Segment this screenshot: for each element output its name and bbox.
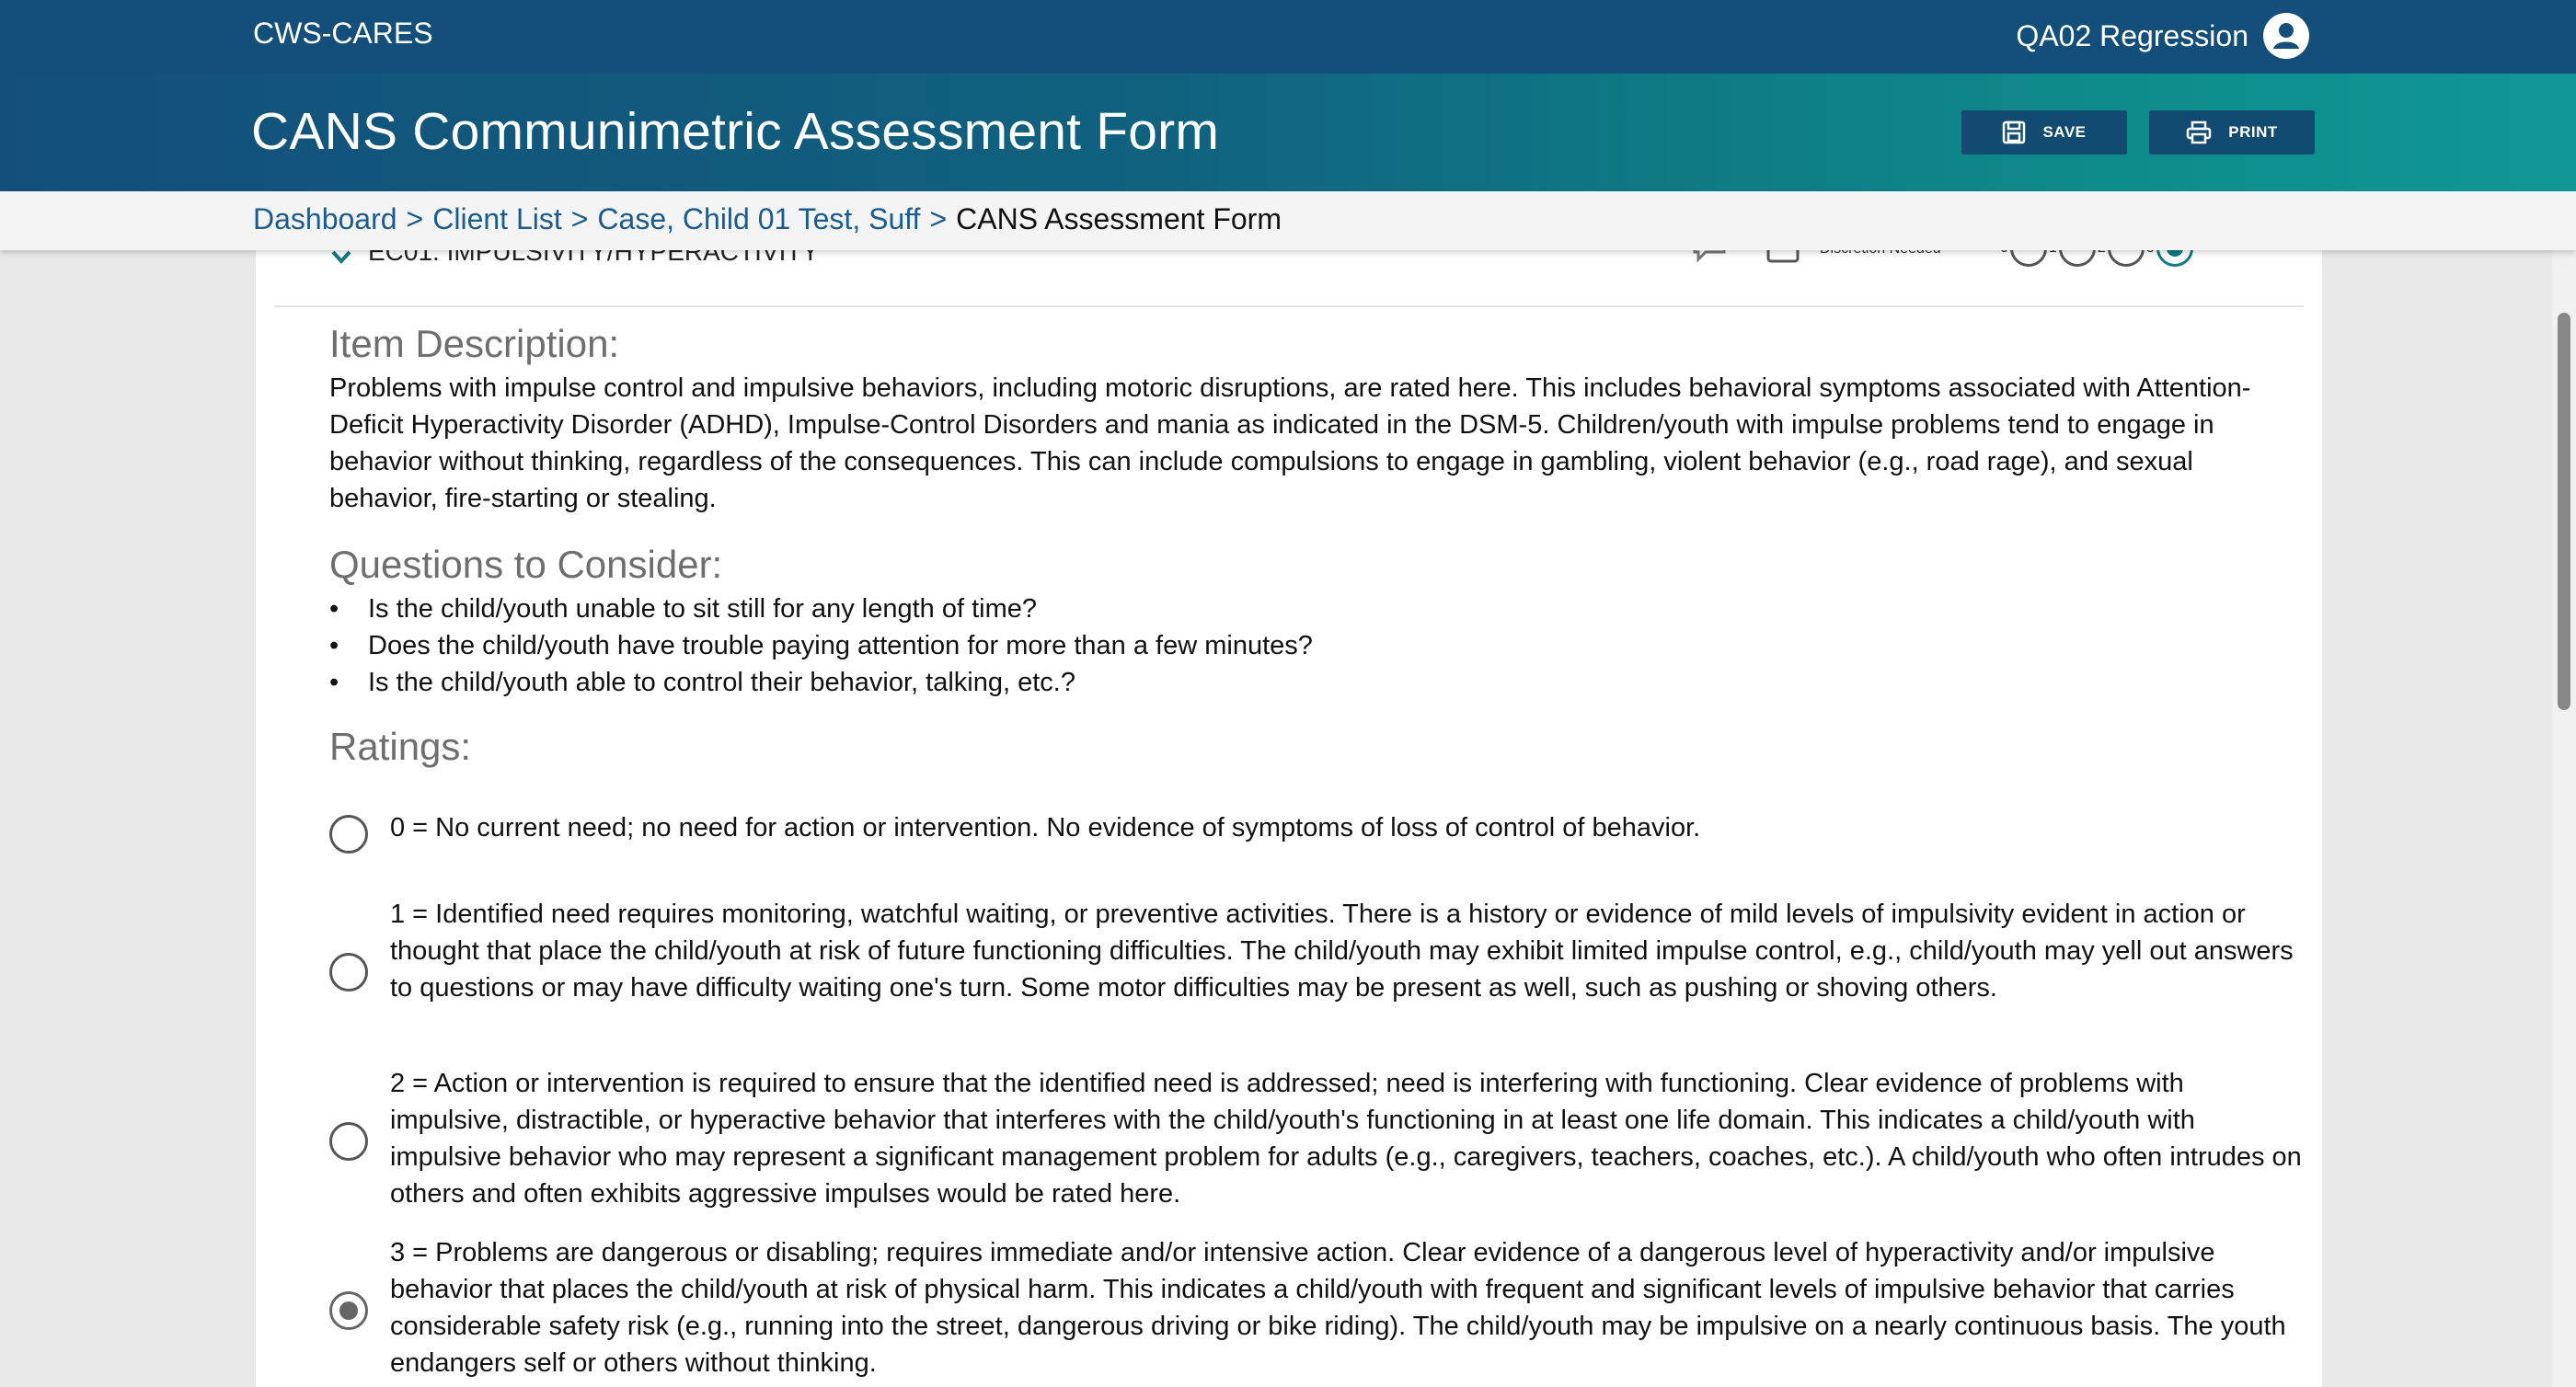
item-description-text: Problems with impulse control and impuls…: [329, 373, 2251, 513]
rating-2-description: 2 = Action or intervention is required t…: [390, 1069, 2302, 1209]
rating-0-option-radio[interactable]: [329, 815, 368, 854]
breadcrumb: Dashboard > Client List > Case, Child 01…: [253, 202, 1282, 236]
question-item: Is the child/youth unable to sit still f…: [329, 590, 1313, 627]
breadcrumb-current: CANS Assessment Form: [956, 202, 1282, 235]
rating-1-option-radio[interactable]: [329, 953, 368, 992]
print-button[interactable]: PRINT: [2149, 110, 2315, 155]
title-bar: CANS Communimetric Assessment Form SAVE …: [0, 74, 2576, 191]
rating-2-option-radio[interactable]: [329, 1122, 368, 1161]
breadcrumb-dashboard[interactable]: Dashboard: [253, 202, 397, 236]
rating-3-option-radio[interactable]: [329, 1291, 368, 1330]
breadcrumb-separator: >: [570, 202, 589, 235]
page-title: CANS Communimetric Assessment Form: [251, 102, 1220, 161]
app-name[interactable]: CWS-CARES: [253, 17, 433, 51]
user-avatar-icon[interactable]: [2263, 13, 2309, 59]
rating-3-description: 3 = Problems are dangerous or disabling;…: [390, 1238, 2286, 1378]
top-bar: CWS-CARES QA02 Regression: [0, 0, 2576, 74]
save-button[interactable]: SAVE: [1961, 110, 2127, 155]
user-menu[interactable]: QA02 Regression: [2016, 11, 2309, 61]
question-item: Does the child/youth have trouble paying…: [329, 627, 1313, 664]
scrollbar-thumb[interactable]: [2558, 313, 2570, 710]
breadcrumb-client[interactable]: Case, Child 01 Test, Suff: [597, 202, 920, 236]
ratings-heading: Ratings:: [329, 725, 472, 768]
questions-heading: Questions to Consider:: [329, 543, 723, 586]
print-icon: [2187, 120, 2212, 144]
question-item: Is the child/youth able to control their…: [329, 664, 1313, 701]
assessment-item-card: EC01. IMPULSIVITY/HYPERACTIVITY Discreti…: [256, 221, 2322, 1387]
item-description-heading: Item Description:: [329, 322, 620, 365]
page-scrollbar[interactable]: [2552, 250, 2576, 1387]
user-name[interactable]: QA02 Regression: [2016, 19, 2248, 53]
print-label: PRINT: [2228, 123, 2278, 141]
divider: [274, 305, 2304, 307]
breadcrumb-bar: Dashboard > Client List > Case, Child 01…: [0, 191, 2576, 250]
breadcrumb-separator: >: [929, 202, 948, 235]
breadcrumb-separator: >: [406, 202, 424, 235]
save-label: SAVE: [2042, 123, 2087, 141]
save-icon: [2003, 120, 2026, 144]
rating-1-description: 1 = Identified need requires monitoring,…: [390, 900, 2294, 1003]
questions-list: Is the child/youth unable to sit still f…: [329, 590, 1313, 701]
breadcrumb-client-list[interactable]: Client List: [432, 202, 562, 236]
rating-0-description: 0 = No current need; no need for action …: [390, 813, 1701, 843]
